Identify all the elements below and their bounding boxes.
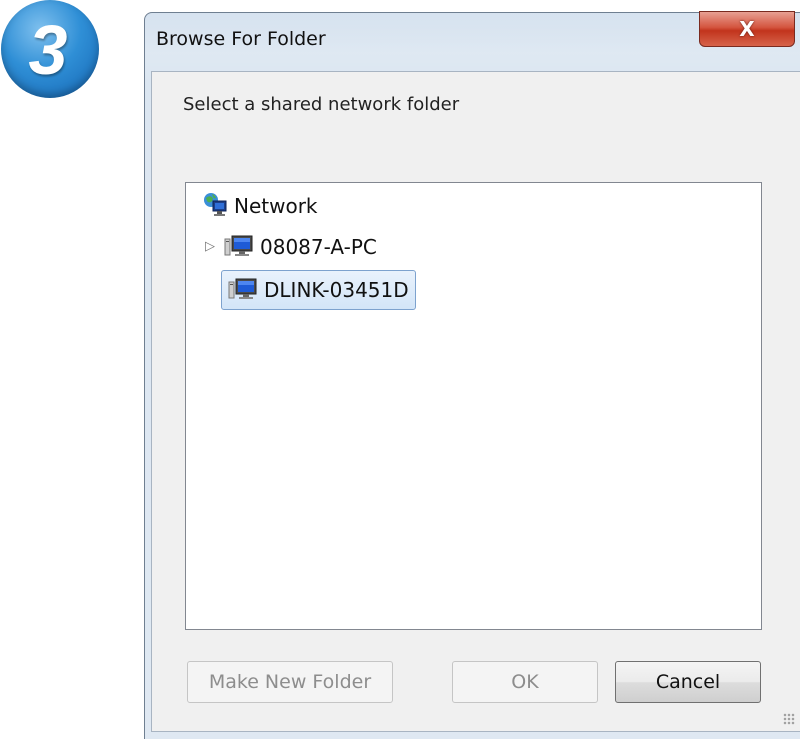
ok-button[interactable]: OK [452,661,598,703]
tree-item-label: DLINK-03451D [264,278,409,302]
tree-item-08087-a-pc[interactable]: 08087-A-PC [224,229,377,265]
expand-arrow-icon[interactable]: ▷ [205,238,215,254]
dialog-prompt: Select a shared network folder [183,94,460,115]
dialog-body: Select a shared network folder Network ▷… [151,71,800,732]
tree-item-dlink-03451d[interactable]: DLINK-03451D [221,270,416,310]
folder-tree[interactable]: Network ▷ 08087-A-PC DLINK-03451D [185,182,762,630]
tree-item-label: Network [234,194,318,218]
tree-item-network[interactable]: Network [202,188,318,224]
tree-item-label: 08087-A-PC [260,235,377,259]
network-globe-icon [202,191,228,222]
computer-icon [224,233,254,262]
close-button[interactable]: X [699,11,795,47]
resize-grip-icon[interactable] [783,713,795,725]
step-number: 3 [28,11,68,89]
close-icon: X [739,17,755,41]
cancel-button[interactable]: Cancel [615,661,761,703]
dialog-title: Browse For Folder [156,28,326,50]
browse-for-folder-dialog: Browse For Folder X Select a shared netw… [144,11,800,739]
step-number-badge: 3 [1,0,99,98]
make-new-folder-button[interactable]: Make New Folder [187,661,393,703]
computer-icon [228,276,258,305]
